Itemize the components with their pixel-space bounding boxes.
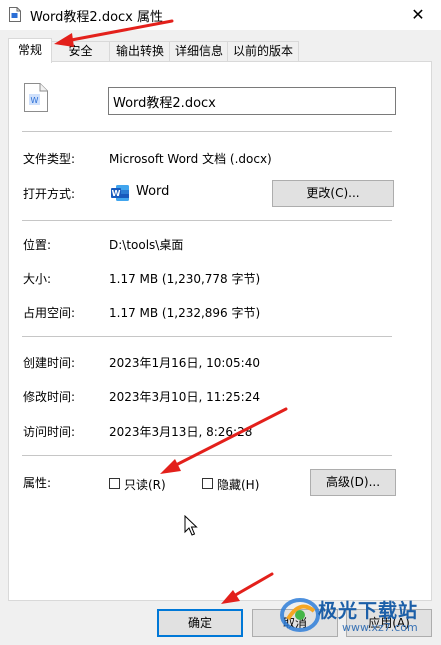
general-panel (8, 61, 432, 601)
open-with-label: 打开方式: (23, 187, 76, 201)
size-value: 1.17 MB (1,230,778 字节) (109, 272, 261, 286)
ok-button[interactable]: 确定 (157, 609, 243, 637)
separator (22, 220, 392, 221)
file-type-label: 文件类型: (23, 152, 76, 166)
hidden-label[interactable]: 隐藏(H) (217, 476, 259, 493)
location-value: D:\tools\桌面 (109, 238, 184, 252)
file-name-input[interactable] (108, 87, 396, 115)
title-bar: Word教程2.docx 属性 ✕ (0, 0, 441, 30)
separator (22, 455, 392, 456)
attributes-label: 属性: (23, 476, 52, 490)
tab-general[interactable]: 常规 (8, 38, 52, 63)
open-with-app: Word (136, 184, 170, 199)
svg-text:W: W (31, 96, 39, 105)
word-file-icon: W (24, 83, 48, 112)
modified-label: 修改时间: (23, 390, 76, 404)
close-icon: ✕ (411, 5, 425, 24)
separator (22, 336, 392, 337)
tab-details[interactable]: 详细信息 (169, 41, 229, 62)
readonly-label[interactable]: 只读(R) (124, 476, 166, 493)
size-on-disk-value: 1.17 MB (1,232,896 字节) (109, 306, 261, 320)
modified-value: 2023年3月10日, 11:25:24 (109, 390, 260, 404)
mouse-cursor-icon (184, 515, 198, 536)
size-on-disk-label: 占用空间: (23, 306, 76, 320)
readonly-checkbox[interactable] (109, 478, 120, 489)
window-title: Word教程2.docx 属性 (30, 10, 163, 25)
file-type-value: Microsoft Word 文档 (.docx) (109, 152, 272, 166)
close-button[interactable]: ✕ (395, 0, 441, 30)
size-label: 大小: (23, 272, 52, 286)
separator (22, 131, 392, 132)
change-button[interactable]: 更改(C)... (272, 180, 394, 207)
created-label: 创建时间: (23, 356, 76, 370)
accessed-label: 访问时间: (23, 425, 76, 439)
advanced-button[interactable]: 高级(D)... (310, 469, 396, 496)
tab-output-conversion[interactable]: 输出转换 (109, 41, 171, 62)
document-icon (9, 7, 21, 22)
word-app-icon: W (111, 185, 129, 201)
location-label: 位置: (23, 238, 52, 252)
hidden-checkbox[interactable] (202, 478, 213, 489)
watermark-url: www.xz7.com (342, 621, 418, 634)
tab-security[interactable]: 安全 (50, 41, 111, 62)
created-value: 2023年1月16日, 10:05:40 (109, 356, 260, 370)
watermark-brand: 极光下载站 (318, 600, 419, 622)
svg-text:W: W (112, 189, 121, 198)
accessed-value: 2023年3月13日, 8:26:28 (109, 425, 253, 439)
tab-previous-versions[interactable]: 以前的版本 (227, 41, 299, 62)
